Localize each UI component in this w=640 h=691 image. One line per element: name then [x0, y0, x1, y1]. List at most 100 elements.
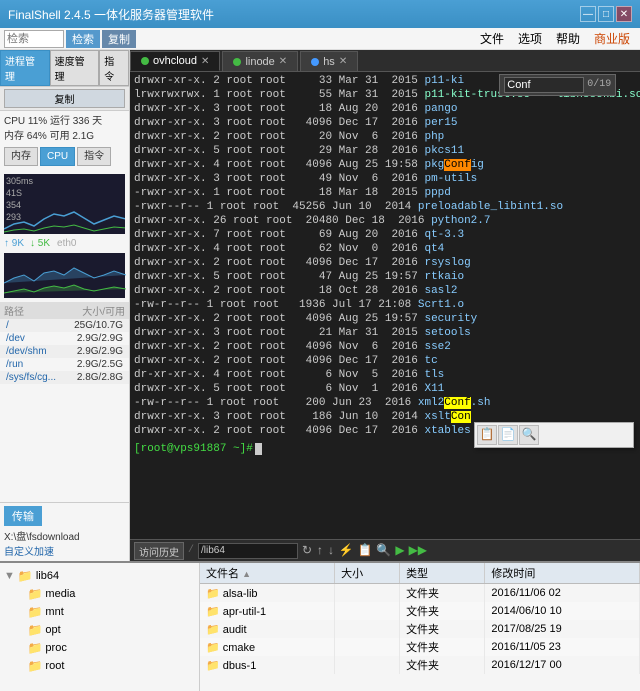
fast-forward-icon[interactable]: ▶▶ [409, 543, 427, 558]
col-type[interactable]: 类型 [400, 563, 485, 584]
tab-label: linode [245, 56, 274, 68]
stats-section: CPU 11% 运行 336 天 内存 64% 可用 2.1G 内存 CPU 指… [0, 111, 129, 172]
stat-tabs: 内存 CPU 指令 [4, 147, 125, 166]
terminal-line: drwxr-xr-x. 4 root root 4096 Aug 25 19:5… [134, 158, 640, 172]
file-list: 文件名 ▲ 大小 类型 修改时间 📁alsa-lib 文件夹 2016/11/0… [200, 563, 640, 691]
download-icon[interactable]: ↓ [327, 544, 334, 558]
tab-label: hs [323, 56, 335, 68]
terminal[interactable]: 0/19 drwxr-xr-x. 2 root root 33 Mar 31 2… [130, 72, 640, 539]
terminal-line: -rwxr--r-- 1 root root 45256 Jun 10 2014… [134, 200, 640, 214]
search-input[interactable] [4, 30, 64, 48]
tree-label: root [45, 660, 64, 672]
connection-dot [141, 57, 149, 65]
maximize-button[interactable]: □ [598, 6, 614, 22]
menu-options[interactable]: 选项 [512, 28, 548, 49]
tab-close[interactable]: ✕ [201, 56, 209, 67]
folder-icon: 📁 [27, 659, 42, 673]
tab-linode[interactable]: linode ✕ [222, 51, 298, 71]
tree-item-proc[interactable]: ▶ 📁 proc [0, 639, 199, 657]
terminal-line: drwxr-xr-x. 4 root root 62 Nov 0 2016 qt… [134, 242, 640, 256]
history-button[interactable]: 访问历史 [134, 542, 184, 560]
tab-ovhcloud[interactable]: ovhcloud ✕ [130, 51, 220, 71]
paste-cm-button[interactable]: 📄 [498, 425, 518, 445]
minimize-button[interactable]: — [580, 6, 596, 22]
path-item[interactable]: /sys/fs/cg...2.8G/2.8G [0, 371, 129, 384]
menu-help[interactable]: 帮助 [550, 28, 586, 49]
terminal-line: drwxr-xr-x. 7 root root 69 Aug 20 2016 q… [134, 228, 640, 242]
tab-speed[interactable]: 速度管理 [50, 50, 100, 86]
tree-item-root[interactable]: ▶ 📁 root [0, 657, 199, 675]
refresh-icon[interactable]: ↻ [302, 543, 312, 558]
file-row[interactable]: 📁cmake 文件夹 2016/11/05 23 [200, 638, 640, 656]
copy-button[interactable]: 复制 [102, 30, 136, 48]
path-item[interactable]: /dev/shm2.9G/2.9G [0, 345, 129, 358]
tree-label: opt [45, 624, 60, 636]
copy-btn[interactable]: 复制 [4, 89, 125, 108]
menu-pro[interactable]: 商业版 [588, 28, 636, 49]
connection-dot [233, 58, 241, 66]
file-browser: ▼ 📁 lib64 ▶ 📁 media ▶ 📁 mnt ▶ 📁 opt ▶ 📁 … [0, 561, 640, 691]
terminal-line: drwxr-xr-x. 5 root root 6 Nov 1 2016 X11 [134, 382, 640, 396]
lightning-icon[interactable]: ⚡ [338, 543, 353, 558]
tab-instruction[interactable]: 指令 [77, 147, 111, 166]
file-row[interactable]: 📁audit 文件夹 2017/08/25 19 [200, 620, 640, 638]
copy-cm-button[interactable]: 📋 [477, 425, 497, 445]
path-item[interactable]: /dev2.9G/2.9G [0, 332, 129, 345]
folder-icon: 📁 [27, 587, 42, 601]
right-panel: ovhcloud ✕ linode ✕ hs ✕ 0/19 drwxr-xr- [130, 50, 640, 561]
path-item[interactable]: /25G/10.7G [0, 319, 129, 332]
tab-close[interactable]: ✕ [339, 56, 347, 67]
tree-label: media [45, 588, 75, 600]
mem-stat: 内存 64% 可用 2.1G [4, 129, 125, 144]
tab-cmd[interactable]: 指令 [99, 50, 129, 86]
search-icon[interactable]: 🔍 [376, 543, 391, 558]
file-row[interactable]: 📁dbus-1 文件夹 2016/12/17 00 [200, 656, 640, 674]
tab-close[interactable]: ✕ [279, 56, 287, 67]
search-count: 0/19 [587, 78, 611, 92]
terminal-search-input[interactable] [504, 77, 584, 93]
menu-file[interactable]: 文件 [474, 28, 510, 49]
path-item[interactable]: /run2.9G/2.5G [0, 358, 129, 371]
transfer-button[interactable]: 传输 [4, 506, 42, 526]
folder-icon: 📁 [27, 641, 42, 655]
terminal-line: drwxr-xr-x. 3 root root 4096 Dec 17 2016… [134, 116, 640, 130]
tab-mem[interactable]: 内存 [4, 147, 38, 166]
folder-icon: 📁 [18, 569, 33, 583]
left-panel: 进程管理 速度管理 指令 复制 CPU 11% 运行 336 天 内存 64% … [0, 50, 130, 561]
tree-label: mnt [45, 606, 63, 618]
custom-accel[interactable]: 自定义加速 [4, 543, 125, 558]
terminal-line: drwxr-xr-x. 2 root root 18 Oct 28 2016 s… [134, 284, 640, 298]
tree-label: lib64 [36, 570, 59, 582]
play-icon[interactable]: ▶ [395, 543, 404, 558]
terminal-line: -rwxr-xr-x. 1 root root 18 Mar 18 2015 p… [134, 186, 640, 200]
copy-icon[interactable]: 📋 [357, 543, 372, 558]
terminal-line: drwxr-xr-x. 2 root root 4096 Dec 17 2016… [134, 354, 640, 368]
tree-item-opt[interactable]: ▶ 📁 opt [0, 621, 199, 639]
search-button[interactable]: 检索 [66, 30, 100, 48]
file-row[interactable]: 📁apr-util-1 文件夹 2014/06/10 10 [200, 602, 640, 620]
expand-icon: ▼ [4, 570, 15, 582]
tab-cpu[interactable]: CPU [40, 147, 75, 166]
app-title: FinalShell 2.4.5 一体化服务器管理软件 [8, 6, 580, 23]
close-button[interactable]: ✕ [616, 6, 632, 22]
col-filename[interactable]: 文件名 ▲ [200, 563, 335, 584]
search-cm-button[interactable]: 🔍 [519, 425, 539, 445]
main-content: 进程管理 速度管理 指令 复制 CPU 11% 运行 336 天 内存 64% … [0, 50, 640, 561]
copy-section: 复制 [0, 87, 129, 111]
titlebar: FinalShell 2.4.5 一体化服务器管理软件 — □ ✕ [0, 0, 640, 28]
tree-item-lib64[interactable]: ▼ 📁 lib64 [0, 567, 199, 585]
col-size[interactable]: 大小 [335, 563, 400, 584]
terminal-line: drwxr-xr-x. 3 root root 18 Aug 20 2016 p… [134, 102, 640, 116]
col-modified[interactable]: 修改时间 [485, 563, 640, 584]
tab-process[interactable]: 进程管理 [0, 50, 50, 86]
file-row[interactable]: 📁alsa-lib 文件夹 2016/11/06 02 [200, 584, 640, 603]
terminal-line: -rw-r--r-- 1 root root 1936 Jul 17 21:08… [134, 298, 640, 312]
up-icon[interactable]: ↑ [316, 544, 323, 558]
tab-hs[interactable]: hs ✕ [300, 51, 358, 71]
tree-item-mnt[interactable]: ▶ 📁 mnt [0, 603, 199, 621]
window-controls: — □ ✕ [580, 6, 632, 22]
folder-icon: 📁 [27, 623, 42, 637]
path-input[interactable] [198, 543, 298, 559]
terminal-line: -rw-r--r-- 1 root root 200 Jun 23 2016 x… [134, 396, 640, 410]
tree-item-media[interactable]: ▶ 📁 media [0, 585, 199, 603]
